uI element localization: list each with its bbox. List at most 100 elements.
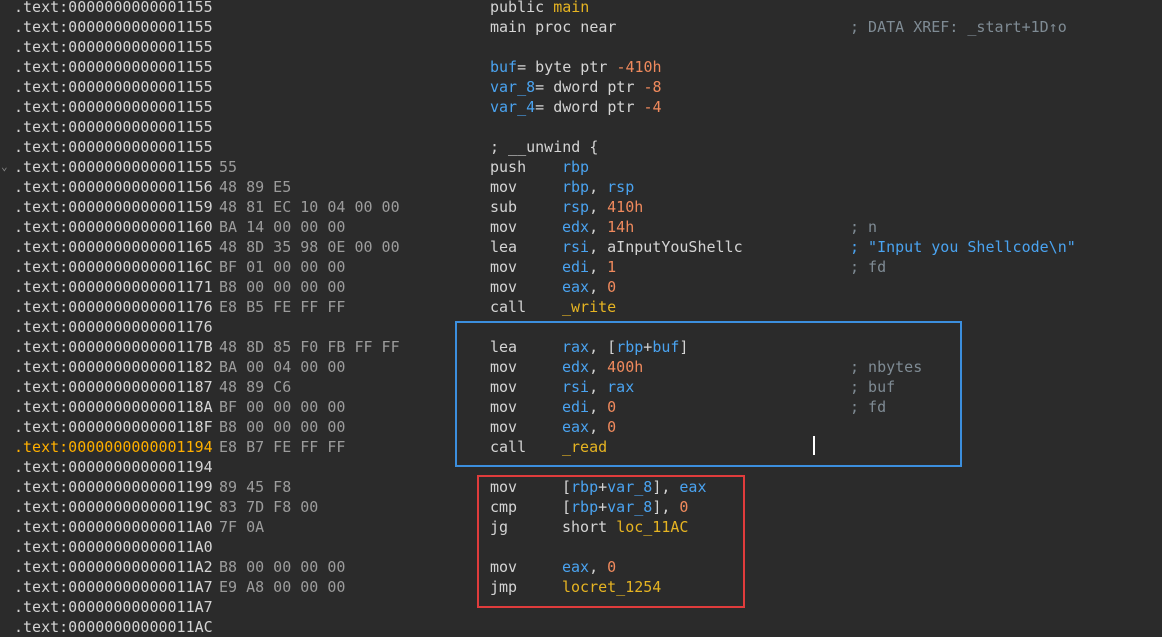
operand-token: , xyxy=(589,278,608,296)
line-address: .text:00000000000011A0 xyxy=(14,538,213,556)
decl-token: = byte ptr xyxy=(517,58,617,76)
proc-directive: public main xyxy=(490,0,589,17)
decl-token: = dword ptr xyxy=(535,98,644,116)
disasm-line[interactable]: .text:0000000000001155 xyxy=(0,117,1162,137)
disasm-line[interactable]: .text:00000000000011AC xyxy=(0,617,1162,637)
opcode-bytes: 48 8D 35 98 0E 00 00 xyxy=(219,238,400,256)
disasm-line[interactable]: .text:0000000000001159 48 81 EC 10 04 00 … xyxy=(0,197,1162,217)
opcode-bytes: 48 89 E5 xyxy=(219,178,292,196)
decl-token: -4 xyxy=(643,98,662,116)
operand-token: main xyxy=(553,0,590,16)
opcode-bytes: BA 00 04 00 00 xyxy=(219,358,346,376)
operand-token: , xyxy=(589,178,608,196)
line-comment: ; DATA XREF: _start+1D↑o xyxy=(850,18,1067,36)
decl-token: buf xyxy=(490,58,518,76)
line-address: .text:0000000000001155 xyxy=(14,58,213,76)
stack-var-declaration: buf= byte ptr -410h xyxy=(490,57,662,77)
operand-token: eax xyxy=(562,278,590,296)
line-address: .text:0000000000001187 xyxy=(14,378,213,396)
disasm-line[interactable]: .text:0000000000001171 B8 00 00 00 00 mov e… xyxy=(0,277,1162,297)
line-address: .text:0000000000001155 xyxy=(14,98,213,116)
operand-token: , xyxy=(589,198,608,216)
operands: rbp xyxy=(562,157,589,177)
mnemonic: mov xyxy=(490,218,518,236)
disasm-line[interactable]: .text:0000000000001155 public main xyxy=(0,0,1162,17)
line-comment: ; fd xyxy=(850,258,887,276)
decl-token: -8 xyxy=(643,78,662,96)
line-address: .text:0000000000001155 xyxy=(14,138,213,156)
disasm-line[interactable]: .text:0000000000001155 var_8= dword ptr -… xyxy=(0,77,1162,97)
opcode-bytes: 7F 0A xyxy=(219,518,265,536)
operand-token: , xyxy=(589,258,608,276)
opcode-bytes: E8 B5 FE FF FF xyxy=(219,298,346,316)
line-address: .text:00000000000011AC xyxy=(14,618,213,636)
stack-var-declaration: var_8= dword ptr -8 xyxy=(490,77,662,97)
opcode-bytes: BF 01 00 00 00 xyxy=(219,258,346,276)
line-address: .text:00000000000011A2 xyxy=(14,558,213,576)
decl-token: var_8 xyxy=(490,78,536,96)
disasm-line[interactable]: .text:0000000000001155 main proc near ; DA… xyxy=(0,17,1162,37)
line-comment: ; "Input you Shellcode\n" xyxy=(850,238,1076,256)
collapse-arrow-icon: ⌄ xyxy=(1,160,8,173)
operands: rsp, 410h xyxy=(562,197,643,217)
opcode-bytes: BA 14 00 00 00 xyxy=(219,218,346,236)
disasm-line[interactable]: .text:0000000000001160 BA 14 00 00 00 mov e… xyxy=(0,217,1162,237)
operand-token: rsp xyxy=(607,178,635,196)
disasm-line[interactable]: .text:0000000000001165 48 8D 35 98 0E 00 … xyxy=(0,237,1162,257)
line-address: .text:000000000000118A xyxy=(14,398,213,416)
proc-directive: main proc near xyxy=(490,18,617,36)
disasm-line[interactable]: .text:0000000000001156 48 89 E5 mov rbp, rs… xyxy=(0,177,1162,197)
decl-token: var_4 xyxy=(490,98,536,116)
disasm-line[interactable]: ⌄ .text:0000000000001155 55 push rbp xyxy=(0,157,1162,177)
return-check-highlight-box xyxy=(477,475,745,608)
line-address: .text:000000000000119C xyxy=(14,498,213,516)
disasm-line[interactable]: .text:0000000000001155 var_4= dword ptr -… xyxy=(0,97,1162,117)
operand-token: edi xyxy=(562,258,590,276)
operand-token: , aInputYouShellc xyxy=(589,238,743,256)
mnemonic: mov xyxy=(490,278,518,296)
line-address: .text:0000000000001155 xyxy=(14,18,213,36)
mnemonic: call xyxy=(490,298,527,316)
line-address: .text:0000000000001156 xyxy=(14,178,213,196)
disasm-line[interactable]: .text:0000000000001155 ; __unwind { xyxy=(0,137,1162,157)
line-address: .text:0000000000001159 xyxy=(14,198,213,216)
operands: rbp, rsp xyxy=(562,177,634,197)
disasm-line[interactable]: .text:000000000000116C BF 01 00 00 00 mov e… xyxy=(0,257,1162,277)
disasm-line[interactable]: .text:0000000000001176 E8 B5 FE FF FF call… xyxy=(0,297,1162,317)
line-address: .text:0000000000001194 xyxy=(14,438,213,456)
operand-token: edx xyxy=(562,218,590,236)
disasm-line[interactable]: .text:0000000000001155 xyxy=(0,37,1162,57)
operand-token: rsi xyxy=(562,238,590,256)
directive-keyword: public xyxy=(490,0,545,16)
decl-token: -410h xyxy=(616,58,662,76)
text-cursor xyxy=(813,436,815,455)
opcode-bytes: 55 xyxy=(219,158,238,176)
proc-directive: ; __unwind { xyxy=(490,138,599,156)
line-address: .text:000000000000117B xyxy=(14,338,213,356)
opcode-bytes: E9 A8 00 00 00 xyxy=(219,578,346,596)
operand-token: 14h xyxy=(607,218,635,236)
operand-token: _write xyxy=(562,298,617,316)
disasm-line[interactable]: .text:0000000000001155 buf= byte ptr -410… xyxy=(0,57,1162,77)
operand-token: 410h xyxy=(607,198,644,216)
opcode-bytes: B8 00 00 00 00 xyxy=(219,418,346,436)
line-address: .text:00000000000011A7 xyxy=(14,578,213,596)
opcode-bytes: 89 45 F8 xyxy=(219,478,292,496)
line-address: .text:00000000000011A0 xyxy=(14,518,213,536)
mnemonic: sub xyxy=(490,198,518,216)
operand-token: , xyxy=(589,218,608,236)
line-address: .text:0000000000001155 xyxy=(14,38,213,56)
mnemonic: lea xyxy=(490,238,518,256)
opcode-bytes: 48 8D 85 F0 FB FF FF xyxy=(219,338,400,356)
operand-token: rbp xyxy=(562,158,590,176)
line-address: .text:000000000000118F xyxy=(14,418,213,436)
line-address: .text:0000000000001194 xyxy=(14,458,213,476)
opcode-bytes: B8 00 00 00 00 xyxy=(219,278,346,296)
line-address: .text:0000000000001155 xyxy=(14,118,213,136)
operands: edi, 1 xyxy=(562,257,616,277)
opcode-bytes: 48 81 EC 10 04 00 00 xyxy=(219,198,400,216)
line-comment: ; n xyxy=(850,218,878,236)
mnemonic: mov xyxy=(490,258,518,276)
operand-token: 0 xyxy=(607,278,617,296)
line-address: .text:000000000000116C xyxy=(14,258,213,276)
